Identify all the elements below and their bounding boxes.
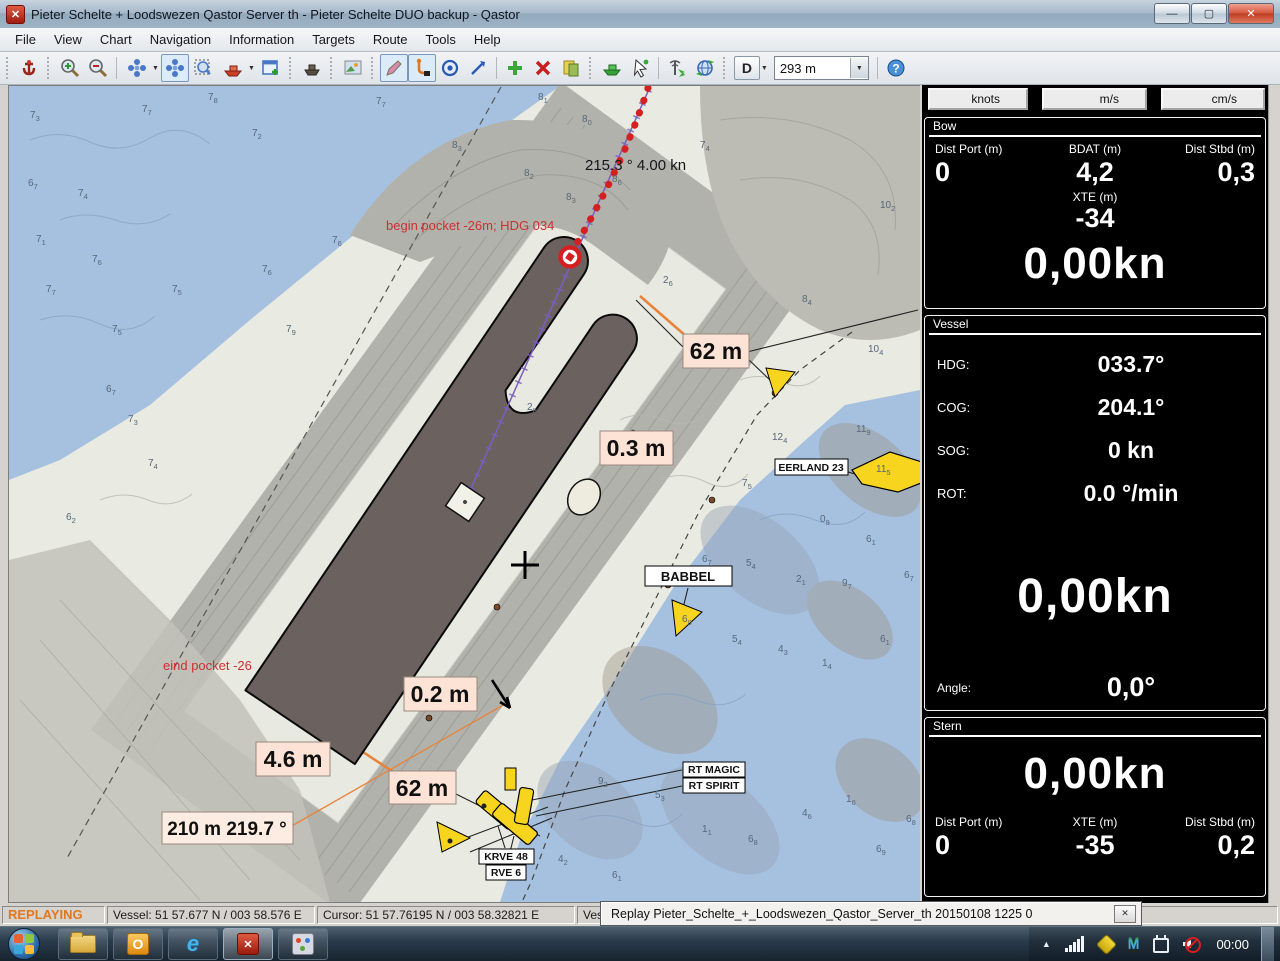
cog-value: 204.1° bbox=[1009, 394, 1253, 421]
hdg-value: 033.7° bbox=[1009, 351, 1253, 378]
vessel-speed-value: 0,00kn bbox=[925, 569, 1265, 624]
svg-text:0.2 m: 0.2 m bbox=[411, 681, 470, 707]
start-button[interactable] bbox=[8, 928, 40, 960]
replay-mode-indicator: REPLAYING bbox=[2, 906, 105, 924]
sog-value: 0 kn bbox=[1009, 437, 1253, 464]
bow-xte-label: XTE (m) bbox=[925, 190, 1265, 204]
replay-close-icon[interactable]: ✕ bbox=[1114, 905, 1136, 923]
stern-group: Stern 0,00kn Dist Port (m) XTE (m) Dist … bbox=[924, 717, 1266, 897]
svg-text:0.3 m: 0.3 m bbox=[607, 435, 666, 461]
begin-pocket-label: begin pocket -26m; HDG 034 bbox=[386, 218, 554, 233]
vessel-position: Vessel: 51 57.677 N / 003 58.576 E bbox=[107, 906, 315, 924]
cursor-position: Cursor: 51 57.76195 N / 003 58.32821 E bbox=[317, 906, 575, 924]
svg-text:62 m: 62 m bbox=[396, 775, 448, 801]
taskbar-outlook-button[interactable]: O bbox=[113, 928, 163, 960]
taskbar: O e ✕ ▲ M 00:00 bbox=[0, 926, 1280, 961]
system-tray: ▲ M 00:00 bbox=[1029, 927, 1280, 961]
svg-text:EERLAND 23: EERLAND 23 bbox=[778, 462, 844, 474]
paint-icon bbox=[292, 933, 314, 955]
stern-dist-port-label: Dist Port (m) bbox=[935, 815, 1042, 829]
stern-dist-port-value: 0 bbox=[935, 831, 1042, 859]
track-speed-label: 215.3 ° 4.00 kn bbox=[585, 157, 686, 174]
taskbar-paint-button[interactable] bbox=[278, 928, 328, 960]
data-panel: knots m/s cm/s Bow Dist Port (m) BDAT (m… bbox=[922, 85, 1268, 903]
svg-text:RT MAGIC: RT MAGIC bbox=[688, 764, 740, 776]
units-cms-button[interactable]: cm/s bbox=[1161, 88, 1265, 110]
chart-canvas[interactable]: eind pocket -26 215.3 ° bbox=[8, 85, 920, 903]
svg-text:210 m 219.7 °: 210 m 219.7 ° bbox=[167, 819, 287, 840]
eind-pocket-label: eind pocket -26 bbox=[163, 658, 252, 673]
signal-strength-icon[interactable] bbox=[1065, 936, 1085, 952]
stern-xte-label: XTE (m) bbox=[1042, 815, 1149, 829]
angle-value: 0,0° bbox=[1009, 672, 1253, 703]
svg-text:BABBEL: BABBEL bbox=[661, 569, 715, 584]
rot-label: ROT: bbox=[937, 486, 1009, 501]
units-ms-button[interactable]: m/s bbox=[1042, 88, 1147, 110]
stern-speed-value: 0,00kn bbox=[925, 749, 1265, 799]
internet-explorer-icon: e bbox=[187, 931, 199, 957]
angle-label: Angle: bbox=[937, 681, 1009, 695]
stern-dist-stbd-label: Dist Stbd (m) bbox=[1148, 815, 1255, 829]
svg-text:62 m: 62 m bbox=[690, 338, 742, 364]
bow-speed-value: 0,00kn bbox=[925, 239, 1265, 289]
muted-speaker-icon[interactable] bbox=[1183, 936, 1201, 952]
stern-dist-stbd-value: 0,2 bbox=[1148, 831, 1255, 859]
bow-group: Bow Dist Port (m) BDAT (m) Dist Stbd (m)… bbox=[924, 117, 1266, 309]
taskbar-qastor-button[interactable]: ✕ bbox=[223, 928, 273, 960]
m-app-icon[interactable]: M bbox=[1128, 936, 1140, 952]
bow-dist-stbd-value: 0,3 bbox=[1148, 158, 1255, 186]
outlook-icon: O bbox=[127, 933, 149, 955]
taskbar-explorer-button[interactable] bbox=[58, 928, 108, 960]
svg-text:RT SPIRIT: RT SPIRIT bbox=[689, 780, 740, 792]
bow-xte-value: -34 bbox=[925, 204, 1265, 232]
svg-text:KRVE 48: KRVE 48 bbox=[484, 851, 528, 863]
bow-dist-stbd-label: Dist Stbd (m) bbox=[1148, 142, 1255, 156]
vessel-group: Vessel HDG: 033.7° COG: 204.1° SOG: 0 kn… bbox=[924, 315, 1266, 711]
bow-bdat-value: 4,2 bbox=[1042, 158, 1149, 186]
bow-title: Bow bbox=[929, 118, 1261, 137]
power-plug-icon[interactable] bbox=[1153, 938, 1169, 953]
show-desktop-button[interactable] bbox=[1261, 927, 1274, 961]
window-edge bbox=[1268, 85, 1280, 903]
sog-label: SOG: bbox=[937, 443, 1009, 458]
stern-title: Stern bbox=[929, 718, 1261, 737]
tray-expand-icon[interactable]: ▲ bbox=[1042, 939, 1051, 949]
rot-value: 0.0 °/min bbox=[1009, 480, 1253, 507]
units-knots-button[interactable]: knots bbox=[928, 88, 1028, 110]
taskbar-ie-button[interactable]: e bbox=[168, 928, 218, 960]
cog-label: COG: bbox=[937, 400, 1009, 415]
taskbar-clock[interactable]: 00:00 bbox=[1216, 937, 1249, 952]
bow-bdat-label: BDAT (m) bbox=[1042, 142, 1149, 156]
replay-window[interactable]: Replay Pieter_Schelte_+_Loodswezen_Qasto… bbox=[600, 901, 1142, 926]
folder-icon bbox=[70, 935, 96, 953]
svg-text:4.6 m: 4.6 m bbox=[264, 746, 323, 772]
bow-dist-port-label: Dist Port (m) bbox=[935, 142, 1042, 156]
qastor-icon: ✕ bbox=[237, 933, 259, 955]
svg-text:RVE 6: RVE 6 bbox=[491, 867, 521, 879]
stern-xte-value: -35 bbox=[1042, 831, 1149, 859]
replay-window-title: Replay Pieter_Schelte_+_Loodswezen_Qasto… bbox=[601, 907, 1114, 921]
hdg-label: HDG: bbox=[937, 357, 1009, 372]
antivirus-shield-icon[interactable] bbox=[1096, 933, 1117, 954]
vessel-title: Vessel bbox=[929, 316, 1261, 335]
bow-dist-port-value: 0 bbox=[935, 158, 1042, 186]
